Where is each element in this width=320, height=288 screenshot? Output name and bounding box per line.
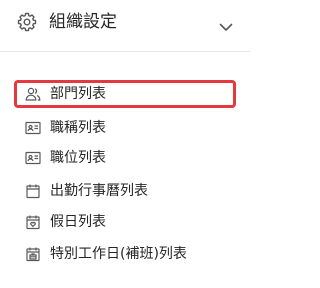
menu-item-holidays[interactable]: 假日列表 [14, 208, 236, 236]
user-group-icon [25, 86, 41, 102]
id-card-icon [25, 120, 41, 136]
menu-item-special-workdays[interactable]: 特別工作日(補班)列表 [14, 240, 236, 268]
menu-item-attendance-calendar[interactable]: 出勤行事曆列表 [14, 177, 236, 205]
menu-item-label: 假日列表 [50, 214, 106, 230]
menu-item-job-titles[interactable]: 職稱列表 [14, 114, 236, 142]
calendar-heart-icon [25, 214, 41, 230]
org-settings-panel: 組織設定 部門列表 職稱列表 職位列表 出勤行事曆列表 假日列表 特別工作日(補… [0, 0, 250, 288]
menu-item-label: 職稱列表 [50, 120, 106, 136]
calendar-icon [25, 183, 41, 199]
menu-item-label: 職位列表 [50, 150, 106, 166]
menu-item-label: 特別工作日(補班)列表 [50, 246, 187, 262]
calendar-briefcase-icon [25, 246, 41, 262]
id-card-icon [25, 150, 41, 166]
menu-item-departments[interactable]: 部門列表 [14, 80, 236, 108]
menu-item-label: 部門列表 [50, 86, 106, 102]
menu-item-positions[interactable]: 職位列表 [14, 144, 236, 172]
menu-item-label: 出勤行事曆列表 [50, 183, 148, 199]
org-settings-menu: 部門列表 職稱列表 職位列表 出勤行事曆列表 假日列表 特別工作日(補班)列表 [0, 0, 250, 288]
